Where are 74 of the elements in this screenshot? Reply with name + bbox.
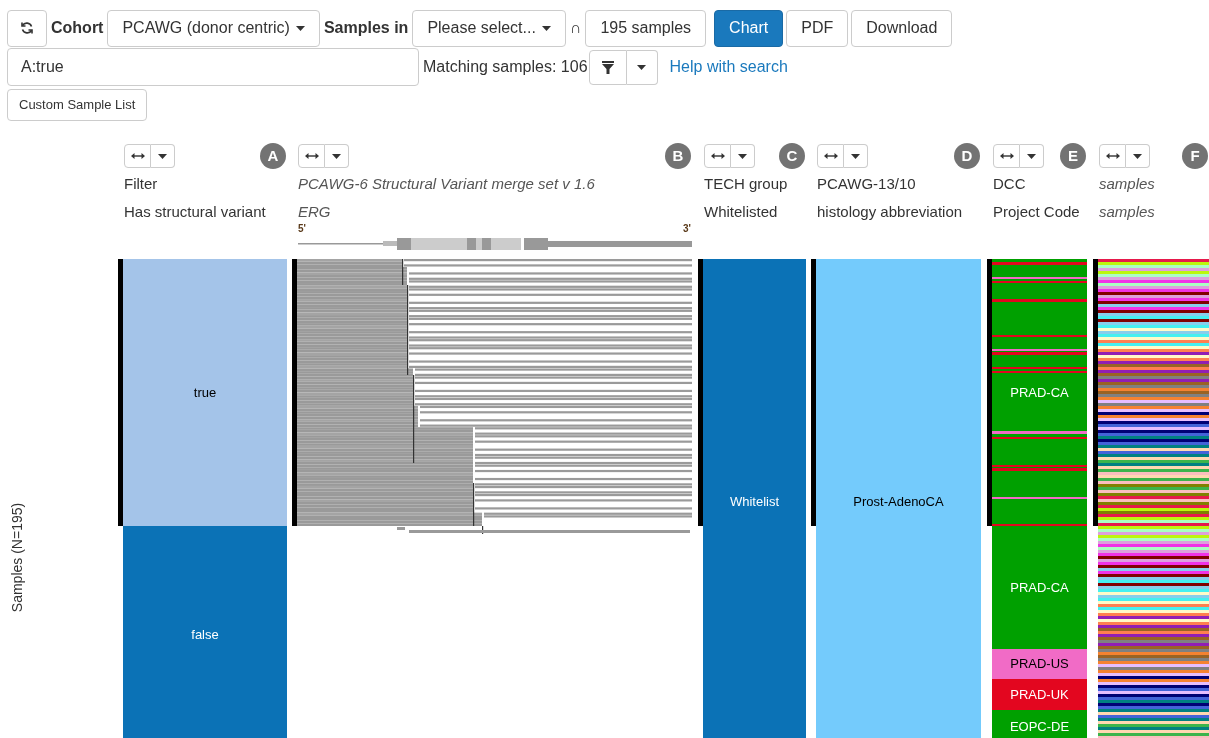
category-segment: true [123,259,287,526]
custom-sample-list-button[interactable]: Custom Sample List [7,89,148,121]
column-menu-button[interactable] [325,144,349,168]
three-prime-label: 3' [683,222,691,236]
samples-in-label: Samples in [323,18,409,38]
samples-in-dropdown[interactable]: Please select... [412,9,566,47]
double-arrow-icon [710,153,725,159]
category-segment: PRAD-US [992,649,1087,679]
column-title: Filter [124,174,159,194]
refresh-button[interactable] [7,9,47,47]
caret-icon [541,25,551,31]
column-subtitle: ERG [298,201,332,222]
refresh-icon [20,21,34,35]
column-badge: B [665,143,691,169]
view-button[interactable]: Download [851,9,953,47]
cohort-label: Cohort [51,18,104,38]
filter-icon [601,60,614,74]
double-arrow-icon [130,153,145,159]
category-segment: EOPC-DE [992,710,1087,738]
view-button[interactable]: Chart [714,9,784,47]
column-badge: E [1060,143,1086,169]
caret-icon [1133,153,1142,159]
double-arrow-icon [1105,153,1120,159]
sample-count-button[interactable]: 195 samples [585,9,707,47]
category-segment: PRAD-CA [992,259,1087,526]
column-badge: D [954,143,980,169]
caret-icon [1027,153,1036,159]
y-axis-label: Samples (N=195) [7,501,26,615]
intersection-symbol: ∩ [569,18,582,38]
help-link[interactable]: Help with search [669,55,788,79]
resize-button[interactable] [298,144,325,168]
double-arrow-icon [304,153,319,159]
column-subtitle: Project Code [993,201,1081,222]
five-prime-label: 5' [298,222,306,236]
caret-icon [332,153,341,159]
column-title: PCAWG-6 Structural Variant merge set v 1.6 [298,174,596,194]
column-badge: C [779,143,805,169]
double-arrow-icon [823,153,838,159]
matching-samples-text: Matching samples: 106 [423,57,588,77]
category-segment: false [123,526,287,738]
filter-button[interactable] [588,49,627,85]
resize-button[interactable] [1099,144,1126,168]
column-menu-button[interactable] [1126,144,1150,168]
column-menu-button[interactable] [151,144,175,168]
column-subtitle: Has structural variant [124,201,267,222]
column-badge: F [1182,143,1208,169]
caret-icon [851,153,860,159]
column-subtitle: Whitelisted [704,201,779,222]
category-segment: PRAD-UK [992,679,1087,710]
column-badge: A [260,143,286,169]
column-menu-button[interactable] [844,144,868,168]
column-title: PCAWG-13/10 [817,174,917,194]
search-field[interactable]: A:true [7,48,419,86]
caret-icon [158,153,167,159]
view-button[interactable]: PDF [786,9,849,47]
column-menu-button[interactable] [1020,144,1044,168]
resize-button[interactable] [704,144,731,168]
caret-icon [637,64,647,70]
column-subtitle: samples [1099,201,1156,222]
column-title: DCC [993,174,1027,194]
column-menu-button[interactable] [731,144,755,168]
column-subtitle: histology abbreviation [817,201,964,222]
category-segment: Prost-AdenoCA [816,259,981,738]
category-segment: PRAD-CA [992,526,1087,649]
resize-button[interactable] [124,144,151,168]
double-arrow-icon [999,153,1014,159]
caret-icon [738,153,747,159]
category-segment: Whitelist [703,259,806,738]
column-title: samples [1099,174,1156,194]
caret-icon [295,25,305,31]
resize-button[interactable] [993,144,1020,168]
column-title: TECH group [704,174,789,194]
cohort-dropdown[interactable]: PCAWG (donor centric) [107,9,320,47]
resize-button[interactable] [817,144,844,168]
